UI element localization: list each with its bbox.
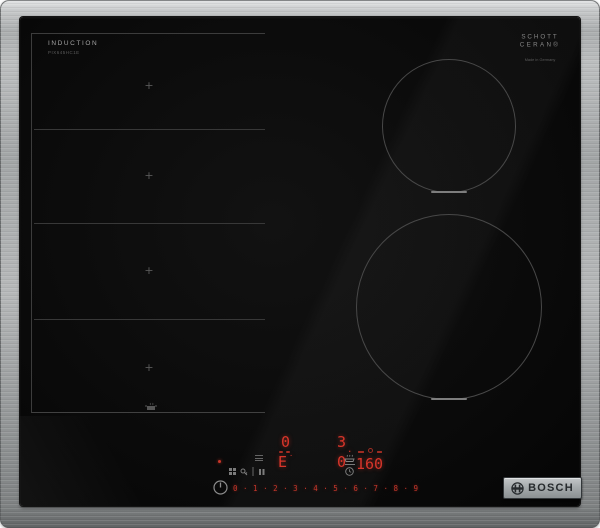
zone-front-marker xyxy=(431,191,467,193)
induction-print: INDUCTION PIX645HC1E xyxy=(48,39,118,59)
power-level-slider[interactable]: 0 · 1 · 2 · 3 · 4 · 5 · 6 · 7 · 8 · 9 xyxy=(233,484,418,493)
divider-bar xyxy=(252,467,254,476)
pot-icon xyxy=(145,402,157,410)
grid-icon[interactable] xyxy=(229,468,236,475)
made-in-label: Made in Germany xyxy=(524,58,556,62)
schott-ceran-print: SCHOTT CERAN® Made in Germany xyxy=(505,33,575,65)
flex-zone-outline: + + + + xyxy=(31,33,265,413)
zone-front-marker xyxy=(431,398,467,400)
zone-center-marker: + xyxy=(144,361,154,374)
divider-bar xyxy=(344,464,355,465)
zone-level-display-top: 0 xyxy=(281,433,292,451)
pause-icon[interactable] xyxy=(258,468,265,476)
power-icon xyxy=(213,480,228,495)
induction-label: INDUCTION xyxy=(48,39,99,47)
flex-select-indicator xyxy=(255,455,263,461)
temperature-display: 160 xyxy=(356,455,384,473)
zone-level-display-right: 3. xyxy=(337,433,354,455)
induction-cooktop: + + + + INDUCTION PIX645HC1E SCHOTT CERA… xyxy=(0,0,600,528)
keylock-icon[interactable] xyxy=(240,468,248,476)
temp-indicator-marks xyxy=(358,448,382,453)
model-label: PIX645HC1E xyxy=(48,50,80,55)
flex-zone-divider xyxy=(34,129,265,130)
function-key-cluster xyxy=(229,467,265,476)
bosch-logo-text: BOSCH xyxy=(528,482,574,494)
schott-label: SCHOTT xyxy=(521,33,559,41)
power-button[interactable] xyxy=(212,479,229,496)
bosch-badge: BOSCH xyxy=(503,477,582,499)
clock-icon[interactable] xyxy=(345,467,354,476)
zone-mode-display: E· xyxy=(278,452,295,471)
flex-zone-divider xyxy=(34,319,265,320)
bosch-logo-icon xyxy=(511,481,524,495)
frying-sensor-icon[interactable] xyxy=(344,454,355,462)
glass-surface: + + + + INDUCTION PIX645HC1E SCHOTT CERA… xyxy=(20,17,582,506)
cooking-zone-bottom-right xyxy=(356,214,542,400)
zone-center-marker: + xyxy=(144,169,154,182)
cooking-zone-top-right xyxy=(382,59,516,193)
zone-center-marker: + xyxy=(144,264,154,277)
sensor-timer-keys xyxy=(344,454,355,476)
power-indicator-dot xyxy=(218,460,221,463)
flex-zone-divider xyxy=(34,223,265,224)
zone-center-marker: + xyxy=(144,79,154,92)
ceran-label: CERAN® xyxy=(519,41,561,49)
